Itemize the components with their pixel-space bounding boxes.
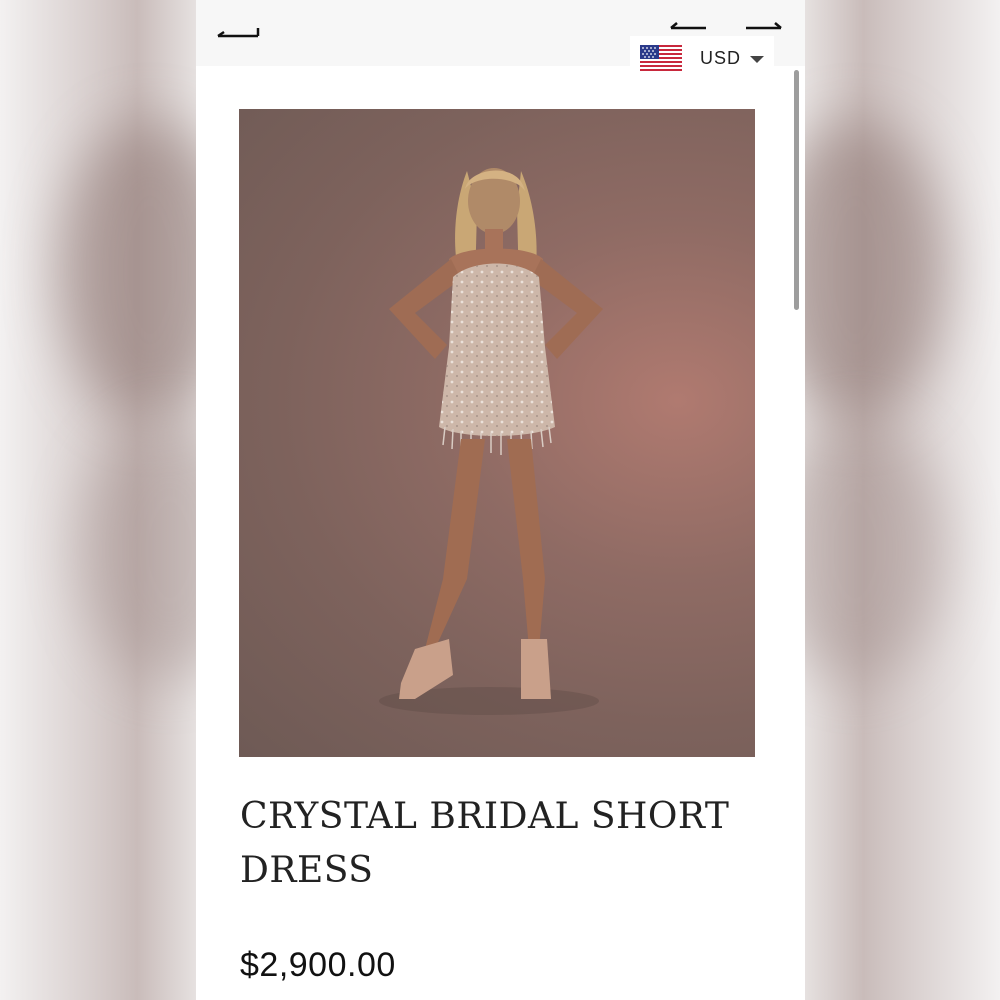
- product-price: $2,900.00: [240, 946, 396, 984]
- currency-label: USD: [700, 48, 742, 68]
- blurred-background-left: [0, 0, 196, 1000]
- product-page: USD CRYSTAL BRIDAL SHORT DRESS $2,900.00: [196, 0, 805, 1000]
- us-flag-icon: [640, 45, 682, 71]
- model-illustration: [379, 168, 603, 715]
- blurred-background-right: [805, 0, 1000, 1000]
- product-image[interactable]: [239, 109, 755, 757]
- caret-down-icon: [750, 56, 764, 63]
- back-arrow-icon[interactable]: [215, 22, 261, 44]
- currency-selector[interactable]: USD: [630, 36, 774, 80]
- scrollbar[interactable]: [794, 70, 799, 310]
- product-title: CRYSTAL BRIDAL SHORT DRESS: [240, 796, 730, 891]
